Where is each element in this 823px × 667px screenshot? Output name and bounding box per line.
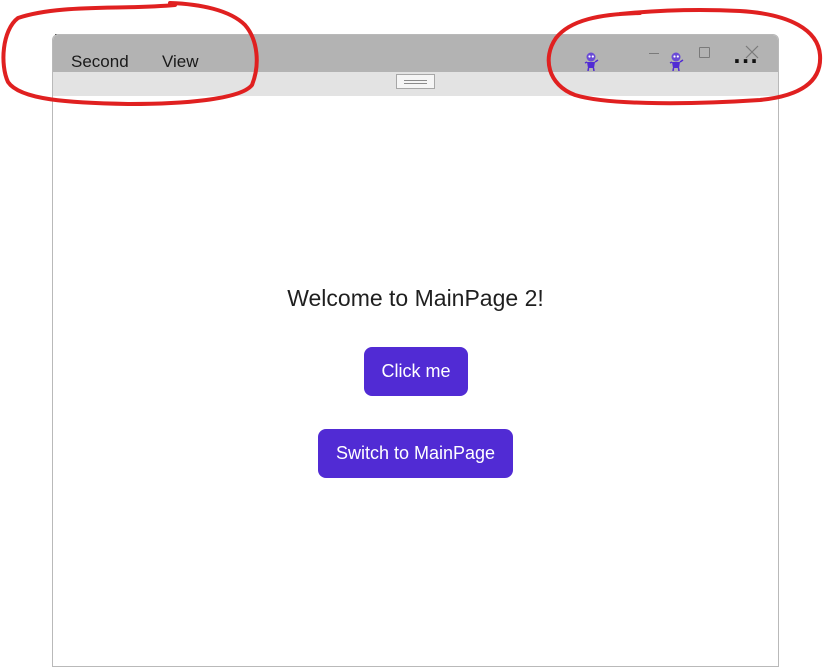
menu-item-view[interactable]: View bbox=[162, 52, 199, 72]
drag-handle[interactable] bbox=[396, 74, 435, 89]
click-me-button-label: Click me bbox=[381, 361, 451, 381]
minimize-icon[interactable] bbox=[648, 43, 660, 65]
menu-item-second[interactable]: Second bbox=[71, 52, 129, 72]
drag-bar bbox=[53, 72, 778, 96]
switch-button-label: Switch to MainPage bbox=[335, 443, 496, 463]
maximize-icon[interactable] bbox=[697, 43, 711, 65]
app-icon bbox=[582, 51, 600, 71]
welcome-heading: Welcome to MainPage 2! bbox=[287, 285, 544, 311]
app-window: Second View ... Welcome to MainPage 2! C… bbox=[52, 34, 779, 667]
screenshot-stage: Second View ... Welcome to MainPage 2! C… bbox=[0, 0, 823, 667]
app-icon bbox=[667, 51, 685, 71]
click-me-button[interactable]: Click me bbox=[364, 347, 468, 396]
title-bar[interactable]: Second View ... bbox=[53, 35, 778, 72]
more-options-button[interactable]: ... bbox=[733, 46, 759, 67]
switch-to-mainpage-button[interactable]: Switch to MainPage bbox=[318, 429, 513, 478]
